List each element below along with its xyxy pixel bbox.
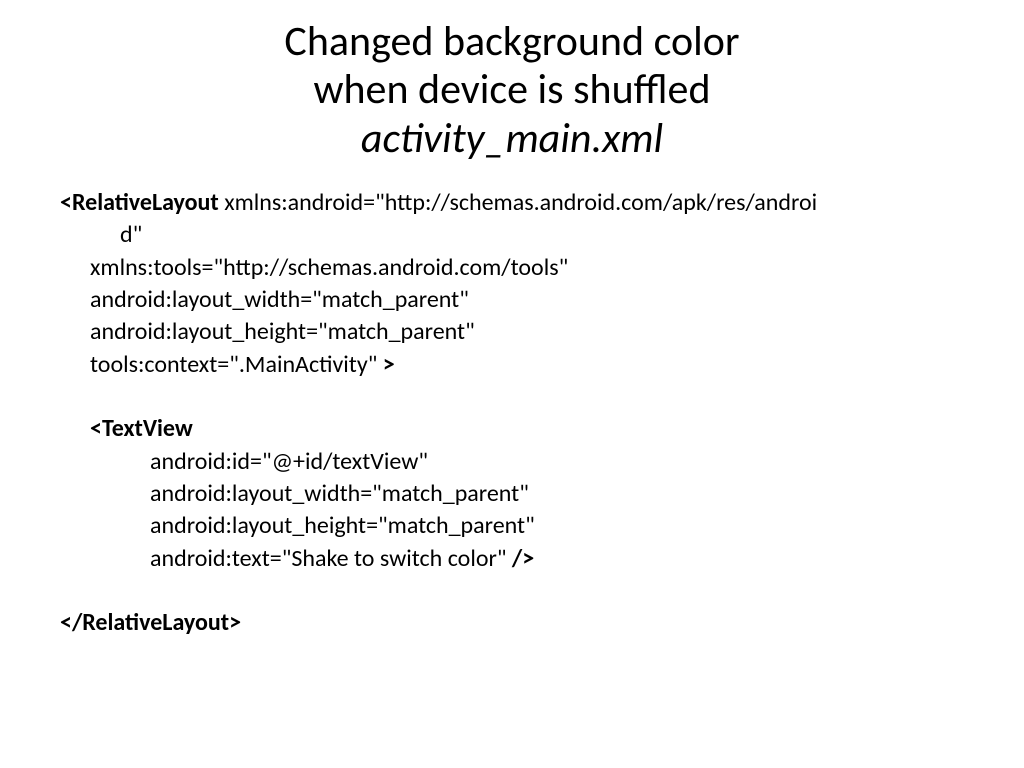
slide-title: Changed background color when device is …	[40, 18, 984, 163]
slide: Changed background color when device is …	[0, 0, 1024, 768]
layout-width: android:layout_width="match_parent"	[90, 285, 469, 314]
code-line: android:layout_width="match_parent"	[60, 284, 984, 316]
code-line: android:text="Shake to switch color" />	[60, 543, 984, 575]
self-close: />	[512, 544, 534, 573]
close-angle: >	[383, 350, 395, 379]
tools-context: tools:context=".MainActivity"	[90, 350, 383, 379]
code-line: <TextView	[60, 413, 984, 445]
xml-code-block: <RelativeLayout xmlns:android="http://sc…	[40, 187, 984, 640]
code-line: </RelativeLayout>	[60, 607, 984, 639]
code-line: xmlns:tools="http://schemas.android.com/…	[60, 252, 984, 284]
xmlns-android-part2: d"	[120, 220, 142, 249]
textview-id: android:id="@+id/textView"	[150, 447, 428, 476]
textview-text: android:text="Shake to switch color"	[150, 544, 512, 573]
code-line: d"	[60, 219, 984, 251]
code-line: <RelativeLayout xmlns:android="http://sc…	[60, 187, 984, 219]
blank-line	[60, 381, 984, 413]
textview-width: android:layout_width="match_parent"	[150, 479, 529, 508]
relativelayout-open-tag: <RelativeLayout	[60, 188, 219, 217]
code-line: android:layout_height="match_parent"	[60, 316, 984, 348]
title-line-3: activity_main.xml	[361, 113, 663, 164]
layout-height: android:layout_height="match_parent"	[90, 317, 475, 346]
code-line: android:layout_width="match_parent"	[60, 478, 984, 510]
relativelayout-close-tag: </RelativeLayout>	[60, 608, 241, 637]
xmlns-android-part1: xmlns:android="http://schemas.android.co…	[219, 188, 817, 217]
code-line: android:layout_height="match_parent"	[60, 510, 984, 542]
textview-open-tag: <TextView	[90, 414, 193, 443]
textview-height: android:layout_height="match_parent"	[150, 511, 535, 540]
code-line: android:id="@+id/textView"	[60, 446, 984, 478]
code-line: tools:context=".MainActivity" >	[60, 349, 984, 381]
title-line-1: Changed background color	[284, 16, 739, 67]
xmlns-tools: xmlns:tools="http://schemas.android.com/…	[90, 253, 568, 282]
title-line-2: when device is shuffled	[313, 64, 710, 115]
blank-line	[60, 575, 984, 607]
